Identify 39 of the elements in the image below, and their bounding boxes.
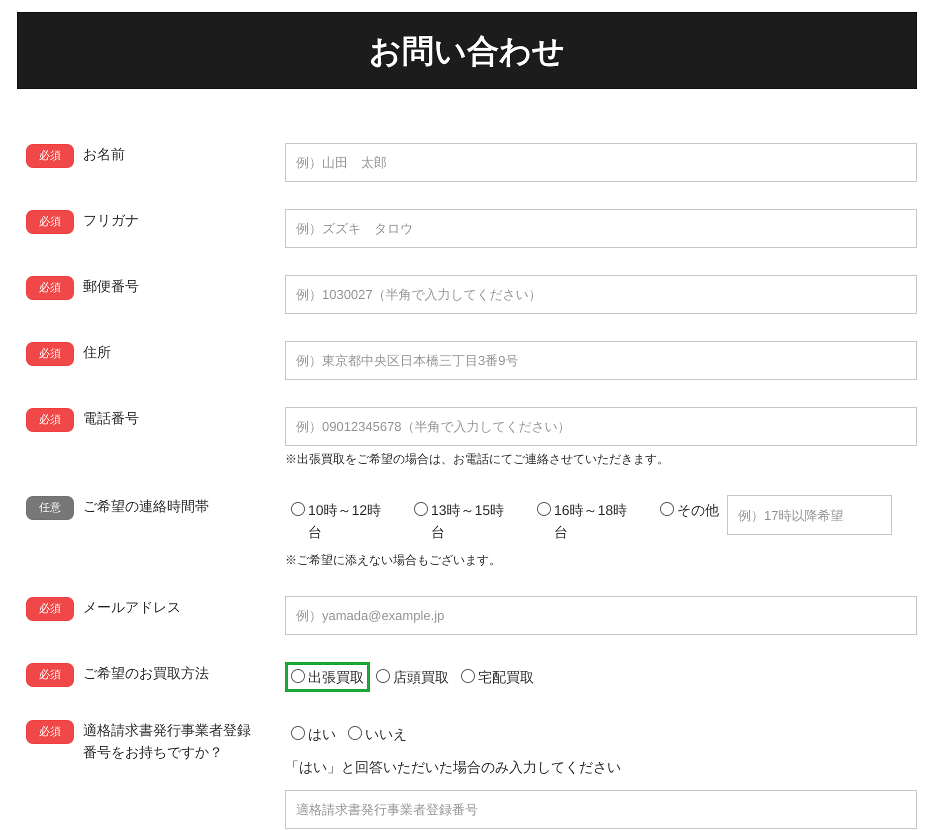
badge: 必須 bbox=[26, 663, 74, 687]
field-label: 適格請求書発行事業者登録番号をお持ちですか？ bbox=[83, 721, 252, 762]
text-input-field[interactable]: 例）1030027（半角で入力してください） bbox=[285, 275, 917, 314]
radio-option[interactable]: 出張買取 bbox=[285, 662, 370, 692]
field-label: ご希望の連絡時間帯 bbox=[83, 497, 210, 516]
field-label: メールアドレス bbox=[83, 598, 182, 617]
other-time-input-field[interactable]: 例）17時以降希望 bbox=[727, 495, 892, 535]
badge: 必須 bbox=[26, 408, 74, 432]
radio-option[interactable]: 店頭買取 bbox=[370, 662, 455, 692]
badge: 任意 bbox=[26, 496, 74, 520]
radio-option[interactable]: 16時～18時台 bbox=[531, 495, 646, 547]
radio-option[interactable]: 13時～15時台 bbox=[408, 495, 523, 547]
text-input-field[interactable]: 適格請求書発行事業者登録番号 bbox=[285, 790, 917, 829]
note-text: ※ご希望に添えない場合もございます。 bbox=[285, 552, 502, 569]
text-input-field[interactable]: 例）東京都中央区日本橋三丁目3番9号 bbox=[285, 341, 917, 380]
page-title: お問い合わせ bbox=[369, 30, 565, 72]
text-input-field[interactable]: 例）山田 太郎 bbox=[285, 143, 917, 182]
badge: 必須 bbox=[26, 210, 74, 234]
field-label: ご希望のお買取方法 bbox=[83, 664, 210, 683]
badge: 必須 bbox=[26, 720, 74, 744]
radio-option[interactable]: 10時～12時台 bbox=[285, 495, 400, 547]
text-input-field[interactable]: 例）yamada@example.jp bbox=[285, 596, 917, 635]
instruction-text: 「はい」と回答いただいた場合のみ入力してください bbox=[285, 758, 622, 777]
badge: 必須 bbox=[26, 276, 74, 300]
badge: 必須 bbox=[26, 597, 74, 621]
radio-option[interactable]: はい bbox=[285, 719, 342, 749]
field-label: フリガナ bbox=[83, 211, 140, 230]
radio-option[interactable]: いいえ bbox=[342, 719, 413, 749]
radio-option[interactable]: 宅配買取 bbox=[455, 662, 540, 692]
badge: 必須 bbox=[26, 342, 74, 366]
text-input-field[interactable]: 例）09012345678（半角で入力してください） bbox=[285, 407, 917, 446]
field-label: 電話番号 bbox=[83, 409, 140, 428]
field-label: 住所 bbox=[83, 343, 112, 362]
radio-option[interactable]: その他 bbox=[654, 495, 725, 525]
field-label: 郵便番号 bbox=[83, 277, 140, 296]
text-input-field[interactable]: 例）ズズキ タロウ bbox=[285, 209, 917, 248]
badge: 必須 bbox=[26, 144, 74, 168]
note-text: ※出張買取をご希望の場合は、お電話にてご連絡させていただきます。 bbox=[285, 451, 670, 468]
field-label: お名前 bbox=[83, 145, 126, 164]
